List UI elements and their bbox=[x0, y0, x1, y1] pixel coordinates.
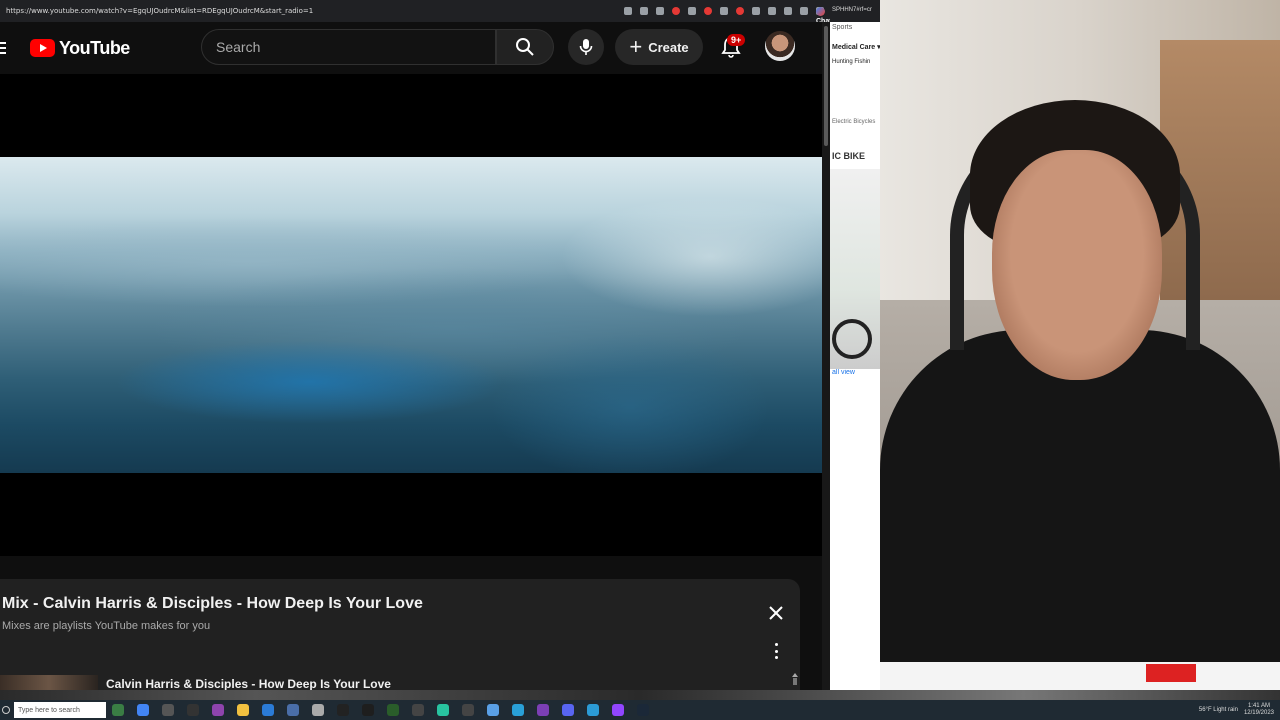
bike-product-image[interactable] bbox=[830, 169, 882, 369]
folder-icon[interactable] bbox=[237, 704, 249, 716]
extension-icon[interactable] bbox=[688, 7, 696, 15]
clock[interactable]: 1:41 AM 12/19/2023 bbox=[1244, 703, 1274, 717]
chat-icon bbox=[816, 7, 825, 16]
app-icon[interactable] bbox=[312, 704, 324, 716]
video-frame bbox=[0, 157, 822, 473]
mix-subtitle: Mixes are playlists YouTube makes for yo… bbox=[2, 620, 211, 632]
search-input[interactable]: Search bbox=[201, 29, 496, 65]
voice-search-button[interactable] bbox=[568, 29, 604, 65]
account-avatar[interactable] bbox=[765, 31, 795, 61]
mix-playlist-panel: Mix - Calvin Harris & Disciples - How De… bbox=[0, 579, 800, 691]
app-icon[interactable] bbox=[587, 704, 599, 716]
side-link[interactable]: all view bbox=[830, 369, 882, 376]
close-playlist-button[interactable] bbox=[766, 603, 786, 623]
more-icon[interactable] bbox=[800, 7, 808, 15]
playlist-item-title[interactable]: Calvin Harris & Disciples - How Deep Is … bbox=[106, 677, 391, 691]
video-player[interactable] bbox=[0, 74, 822, 556]
app-icon[interactable] bbox=[262, 704, 274, 716]
youtube-header: YouTube Search + Create 9+ bbox=[0, 22, 822, 74]
app-icon[interactable] bbox=[387, 704, 399, 716]
extension-icon[interactable] bbox=[720, 7, 728, 15]
app-icon[interactable] bbox=[512, 704, 524, 716]
app-icon[interactable] bbox=[462, 704, 474, 716]
extension-icon[interactable] bbox=[736, 7, 744, 15]
browser-extensions: Chat bbox=[624, 7, 832, 25]
taskbar-search[interactable]: Type here to search bbox=[14, 702, 106, 718]
weather-text[interactable]: 56°F Light rain bbox=[1199, 707, 1238, 713]
app-icon[interactable] bbox=[362, 704, 374, 716]
more-options-icon[interactable] bbox=[772, 643, 780, 659]
hamburger-menu-icon[interactable] bbox=[0, 42, 8, 54]
side-row[interactable]: Sports bbox=[830, 22, 882, 33]
mix-title[interactable]: Mix - Calvin Harris & Disciples - How De… bbox=[2, 595, 423, 613]
extension-icon[interactable] bbox=[672, 7, 680, 15]
webcam-bottom-strip bbox=[880, 662, 1280, 690]
youtube-logo[interactable]: YouTube bbox=[30, 38, 130, 59]
url-text[interactable]: https://www.youtube.com/watch?v=EgqUJOud… bbox=[6, 7, 313, 15]
side-banner: IC BIKE bbox=[832, 151, 866, 161]
task-view-icon[interactable] bbox=[162, 704, 174, 716]
secondary-browser-window: SPHHN7#rf=cr Sports Medical Care ▾ Hunti… bbox=[830, 0, 882, 690]
search-button[interactable] bbox=[496, 29, 554, 65]
extension-icon[interactable] bbox=[752, 7, 760, 15]
system-tray: 56°F Light rain 1:41 AM 12/19/2023 bbox=[1199, 703, 1280, 717]
puzzle-icon[interactable] bbox=[768, 7, 776, 15]
scrollbar-thumb[interactable] bbox=[824, 26, 828, 146]
close-icon bbox=[769, 606, 783, 620]
side-row[interactable]: Medical Care ▾ bbox=[830, 41, 882, 53]
chrome-icon[interactable] bbox=[137, 704, 149, 716]
youtube-play-icon bbox=[30, 39, 55, 57]
person-face bbox=[992, 150, 1162, 380]
side-row[interactable]: Hunting Fishin bbox=[830, 57, 882, 67]
app-icon[interactable] bbox=[112, 704, 124, 716]
app-icon[interactable] bbox=[287, 704, 299, 716]
microphone-icon bbox=[579, 39, 593, 55]
secondary-tab[interactable]: SPHHN7#rf=cr bbox=[830, 0, 882, 22]
steam-icon[interactable] bbox=[637, 704, 649, 716]
page-scrollbar[interactable] bbox=[822, 22, 830, 690]
chat-button[interactable]: Chat bbox=[816, 7, 832, 25]
side-row[interactable]: Electric Bicycles bbox=[830, 117, 882, 127]
extension-icon[interactable] bbox=[640, 7, 648, 15]
create-label: Create bbox=[648, 39, 689, 55]
search-icon bbox=[516, 38, 534, 56]
scroll-up-icon[interactable] bbox=[792, 671, 798, 685]
app-icon[interactable] bbox=[437, 704, 449, 716]
playlist-item-thumbnail[interactable] bbox=[0, 675, 98, 690]
app-icon[interactable] bbox=[537, 704, 549, 716]
app-icon[interactable] bbox=[337, 704, 349, 716]
webcam-overlay bbox=[880, 0, 1280, 662]
create-button[interactable]: + Create bbox=[615, 29, 703, 65]
extension-icon[interactable] bbox=[624, 7, 632, 15]
app-icon[interactable] bbox=[212, 704, 224, 716]
taskbar: Type here to search 56°F Light rain 1:41… bbox=[0, 700, 1280, 720]
monitor-bezel bbox=[0, 690, 1280, 700]
bookmark-star-icon[interactable] bbox=[656, 7, 664, 15]
app-icon[interactable] bbox=[412, 704, 424, 716]
extension-icon[interactable] bbox=[704, 7, 712, 15]
discord-icon[interactable] bbox=[562, 704, 574, 716]
profile-icon[interactable] bbox=[784, 7, 792, 15]
start-icon[interactable] bbox=[2, 706, 10, 714]
browser-address-bar[interactable]: https://www.youtube.com/watch?v=EgqUJOud… bbox=[0, 0, 832, 25]
logo-text: YouTube bbox=[59, 37, 130, 58]
app-icon[interactable] bbox=[612, 704, 624, 716]
app-icon[interactable] bbox=[187, 704, 199, 716]
plus-icon: + bbox=[629, 34, 643, 59]
notification-badge: 9+ bbox=[727, 34, 746, 46]
wheel-shape bbox=[832, 319, 872, 359]
app-icon[interactable] bbox=[487, 704, 499, 716]
taskbar-apps bbox=[112, 704, 649, 716]
search-placeholder: Search bbox=[216, 39, 261, 55]
